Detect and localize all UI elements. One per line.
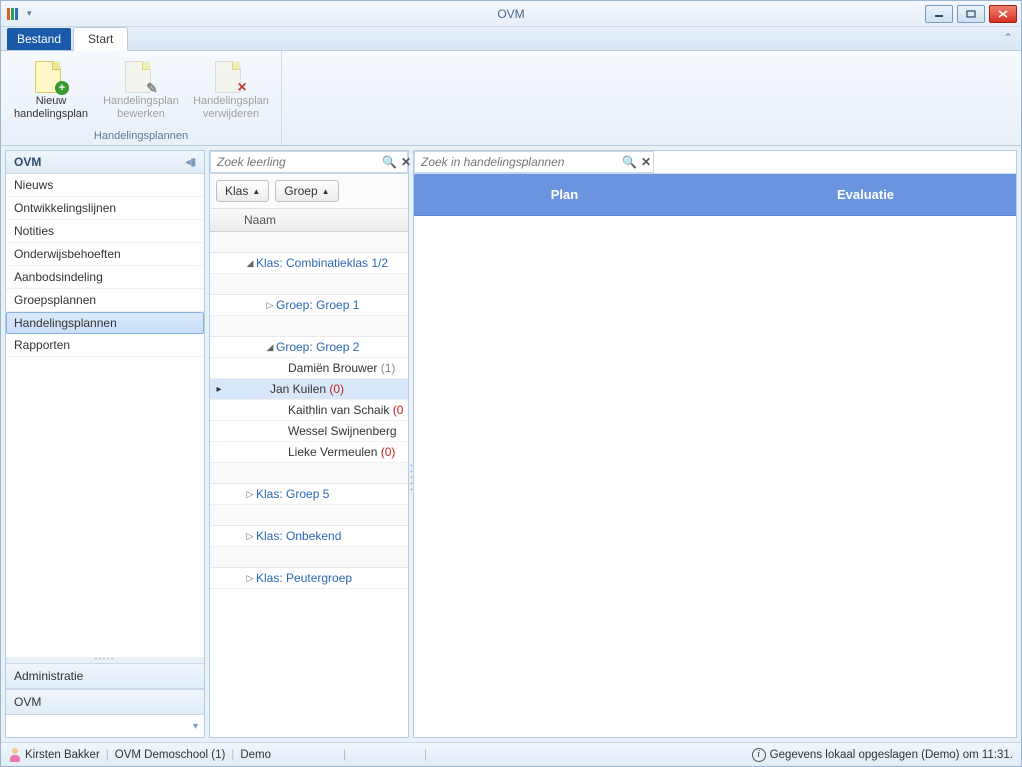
sort-asc-icon: ▲ — [252, 187, 260, 196]
expand-icon[interactable]: ▷ — [244, 573, 256, 584]
tree-student-row[interactable]: ▸ Jan Kuilen (0) — [210, 379, 408, 400]
sidebar-header-label: OVM — [14, 155, 41, 169]
current-row-marker-icon: ▸ — [210, 384, 228, 395]
user-icon — [9, 748, 21, 762]
groupby-klas-button[interactable]: Klas▲ — [216, 180, 269, 202]
search-icon[interactable]: 🔍 — [620, 155, 639, 169]
ribbon-tabs: Bestand Start ⌃ — [1, 27, 1021, 51]
tree-group-groep2[interactable]: ◢ Groep: Groep 2 — [210, 337, 408, 358]
collapse-icon[interactable]: ◢ — [264, 342, 276, 353]
expand-icon[interactable]: ▷ — [264, 300, 276, 311]
minimize-button[interactable] — [925, 5, 953, 23]
tree-group-groep1[interactable]: ▷ Groep: Groep 1 — [210, 295, 408, 316]
student-panel: 🔍 ✕ Klas▲ Groep▲ Naam ◢ Klas: Combinatie… — [209, 150, 409, 738]
sidebar-section-administratie[interactable]: Administratie — [6, 663, 204, 689]
tree-group-klas-combinatieklas[interactable]: ◢ Klas: Combinatieklas 1/2 — [210, 253, 408, 274]
status-school: OVM Demoschool (1) — [115, 749, 226, 761]
ribbon-tab-bestand[interactable]: Bestand — [7, 28, 71, 50]
column-header-plan[interactable]: Plan — [414, 187, 715, 202]
group-by-bar: Klas▲ Groep▲ — [210, 174, 408, 209]
sidebar-section-ovm[interactable]: OVM — [6, 689, 204, 715]
tree-group-klas-peutergroep[interactable]: ▷ Klas: Peutergroep — [210, 568, 408, 589]
sidebar-item-aanbodsindeling[interactable]: Aanbodsindeling — [6, 266, 204, 289]
sidebar-footer: ▾ — [6, 715, 204, 737]
tree-blank-row — [210, 505, 408, 526]
pencil-icon: ✎ — [145, 81, 159, 95]
qat-dropdown-icon[interactable]: ▾ — [27, 8, 32, 19]
tree-group-klas-onbekend[interactable]: ▷ Klas: Onbekend — [210, 526, 408, 547]
sidebar-item-onderwijsbehoeften[interactable]: Onderwijsbehoeften — [6, 243, 204, 266]
detail-column-headers: Plan Evaluatie — [414, 174, 1016, 216]
tree-student-row[interactable]: Lieke Vermeulen (0) — [210, 442, 408, 463]
tree-blank-row — [210, 547, 408, 568]
splitter-grip-icon[interactable]: ● ● ● ● ● — [409, 462, 413, 491]
search-leerling-box: 🔍 ✕ — [210, 151, 408, 173]
sidebar-item-nieuws[interactable]: Nieuws — [6, 174, 204, 197]
ribbon-tab-start[interactable]: Start — [73, 27, 128, 51]
sidebar-item-handelingsplannen[interactable]: Handelingsplannen — [6, 312, 204, 334]
new-handelingsplan-button[interactable]: + Nieuw handelingsplan — [9, 57, 93, 123]
tree-student-row[interactable]: Damiën Brouwer (1) — [210, 358, 408, 379]
tree-blank-row — [210, 316, 408, 337]
clear-search-icon[interactable]: ✕ — [399, 155, 413, 169]
delete-handelingsplan-button[interactable]: × Handelingsplan verwijderen — [189, 57, 273, 123]
search-leerling-input[interactable] — [211, 153, 380, 171]
column-header-naam[interactable]: Naam — [210, 209, 408, 232]
status-bar: Kirsten Bakker | OVM Demoschool (1) | De… — [1, 742, 1021, 766]
search-handelingsplannen-box: 🔍 ✕ — [414, 151, 654, 173]
sidebar: OVM ◂▮ Nieuws Ontwikkelingslijnen Notiti… — [5, 150, 205, 738]
column-header-evaluatie[interactable]: Evaluatie — [715, 187, 1016, 202]
sidebar-header: OVM ◂▮ — [6, 151, 204, 174]
sidebar-item-ontwikkelingslijnen[interactable]: Ontwikkelingslijnen — [6, 197, 204, 220]
sidebar-overflow-icon[interactable]: ▾ — [193, 721, 198, 732]
title-bar: ▾ OVM — [1, 1, 1021, 27]
expand-icon[interactable]: ▷ — [244, 531, 256, 542]
delete-x-icon: × — [235, 81, 249, 95]
status-saved: Gegevens lokaal opgeslagen (Demo) om 11:… — [770, 749, 1013, 761]
main-area: OVM ◂▮ Nieuws Ontwikkelingslijnen Notiti… — [1, 146, 1021, 742]
ribbon-collapse-icon[interactable]: ⌃ — [1003, 31, 1013, 45]
tree-blank-row — [210, 274, 408, 295]
status-user: Kirsten Bakker — [25, 749, 100, 761]
clear-search-icon[interactable]: ✕ — [639, 155, 653, 169]
tree-blank-row — [210, 232, 408, 253]
info-icon: i — [752, 748, 766, 762]
sidebar-item-notities[interactable]: Notities — [6, 220, 204, 243]
sidebar-item-groepsplannen[interactable]: Groepsplannen — [6, 289, 204, 312]
tree-blank-row — [210, 463, 408, 484]
search-handelingsplannen-input[interactable] — [415, 153, 620, 171]
sidebar-collapse-icon[interactable]: ◂▮ — [185, 157, 196, 168]
search-icon[interactable]: 🔍 — [380, 155, 399, 169]
student-tree: ◢ Klas: Combinatieklas 1/2 ▷ Groep: Groe… — [210, 232, 408, 737]
ribbon-group-handelingsplannen: + Nieuw handelingsplan ✎ Handelingsplan … — [1, 51, 282, 145]
sort-asc-icon: ▲ — [322, 187, 330, 196]
plus-icon: + — [55, 81, 69, 95]
tree-student-row[interactable]: Kaithlin van Schaik (0 — [210, 400, 408, 421]
close-button[interactable] — [989, 5, 1017, 23]
detail-panel: 🔍 ✕ Plan Evaluatie ● ● ● ● ● — [413, 150, 1017, 738]
detail-body: ● ● ● ● ● — [414, 216, 1016, 737]
window-title: OVM — [497, 7, 524, 21]
maximize-button[interactable] — [957, 5, 985, 23]
sidebar-item-rapporten[interactable]: Rapporten — [6, 334, 204, 357]
tree-group-klas-groep5[interactable]: ▷ Klas: Groep 5 — [210, 484, 408, 505]
sidebar-nav-list: Nieuws Ontwikkelingslijnen Notities Onde… — [6, 174, 204, 657]
edit-handelingsplan-button[interactable]: ✎ Handelingsplan bewerken — [99, 57, 183, 123]
tree-student-row[interactable]: Wessel Swijnenberg — [210, 421, 408, 442]
groupby-groep-button[interactable]: Groep▲ — [275, 180, 338, 202]
app-icon — [7, 7, 21, 21]
ribbon: + Nieuw handelingsplan ✎ Handelingsplan … — [1, 51, 1021, 146]
collapse-icon[interactable]: ◢ — [244, 258, 256, 269]
expand-icon[interactable]: ▷ — [244, 489, 256, 500]
status-env: Demo — [240, 749, 271, 761]
ribbon-group-label: Handelingsplannen — [3, 128, 279, 145]
